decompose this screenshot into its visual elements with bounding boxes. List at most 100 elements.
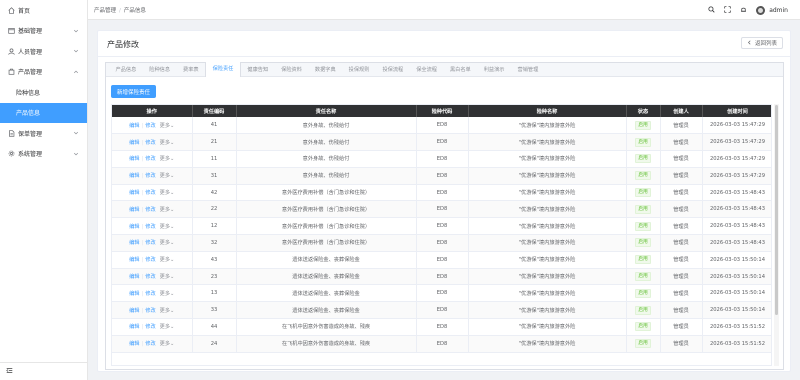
link-separator: |	[141, 190, 144, 197]
tab-data-dictionary[interactable]: 数据字典	[308, 63, 342, 77]
tab-rate-table[interactable]: 费率表	[177, 63, 206, 77]
search-icon[interactable]	[708, 5, 715, 15]
top-right-tools: admin	[708, 0, 788, 20]
more-dropdown[interactable]: 更多⌄	[160, 190, 175, 196]
modify-link[interactable]: 修改	[145, 173, 155, 179]
modify-link[interactable]: 修改	[145, 190, 155, 196]
sidebar-item-label: 首页	[18, 7, 31, 15]
modify-link[interactable]: 修改	[145, 156, 155, 162]
more-dropdown[interactable]: 更多⌄	[160, 308, 175, 314]
tab-health-notice[interactable]: 健康告知	[241, 63, 275, 77]
creator-cell: 管理员	[660, 284, 703, 303]
sidebar-item-insurance-type[interactable]: 险种信息	[0, 82, 87, 103]
back-to-list-button[interactable]: 返回列表	[740, 37, 783, 49]
table-scrollbar[interactable]	[774, 104, 779, 366]
edit-link[interactable]: 编辑	[129, 341, 139, 347]
sidebar-item-basic[interactable]: 基础管理	[0, 21, 87, 42]
more-dropdown[interactable]: 更多⌄	[160, 274, 175, 280]
sidebar-item-home[interactable]: 首页	[0, 0, 87, 21]
edit-link[interactable]: 编辑	[129, 140, 139, 146]
more-dropdown[interactable]: 更多⌄	[160, 207, 175, 213]
insurance-code-cell: ED8	[416, 284, 469, 303]
tab-product-info[interactable]: 产品信息	[109, 63, 143, 77]
more-dropdown[interactable]: 更多⌄	[160, 140, 175, 146]
status-badge: 启用	[635, 137, 651, 147]
more-dropdown[interactable]: 更多⌄	[160, 341, 175, 347]
more-dropdown[interactable]: 更多⌄	[160, 324, 175, 330]
modify-link[interactable]: 修改	[145, 140, 155, 146]
tab-preservation-process[interactable]: 保全流程	[410, 63, 444, 77]
avatar[interactable]	[756, 5, 766, 15]
modify-link[interactable]: 修改	[145, 257, 155, 263]
modify-link[interactable]: 修改	[145, 240, 155, 246]
tabs-container: 产品信息 险种信息 费率表 保险责任 健康告知 保险资料 数据字典 投保规则 投…	[105, 62, 784, 370]
modify-link[interactable]: 修改	[145, 207, 155, 213]
creator-cell: 管理员	[660, 318, 703, 336]
more-dropdown[interactable]: 更多⌄	[160, 224, 175, 230]
edit-link[interactable]: 编辑	[129, 190, 139, 196]
more-dropdown[interactable]: 更多⌄	[160, 240, 175, 246]
modify-link[interactable]: 修改	[145, 324, 155, 330]
modify-link[interactable]: 修改	[145, 224, 155, 230]
username[interactable]: admin	[769, 7, 788, 14]
edit-link[interactable]: 编辑	[129, 291, 139, 297]
creator-cell: 管理员	[660, 217, 703, 236]
modify-link[interactable]: 修改	[145, 341, 155, 347]
collapse-sidebar-button[interactable]	[0, 362, 88, 380]
sidebar-item-system[interactable]: 系统管理	[0, 144, 87, 165]
edit-link[interactable]: 编辑	[129, 274, 139, 280]
insurance-name-cell: "优游保"境内旅游意外险	[468, 150, 627, 168]
actions-cell: 编辑 | 修改 更多⌄	[112, 335, 193, 353]
edit-link[interactable]: 编辑	[129, 156, 139, 162]
table-row: 编辑 | 修改 更多⌄ 23 遗体送返保险金、丧葬保险金 ED8 "优游保"境内旅游意外险 启用…	[112, 268, 771, 286]
add-liability-button[interactable]: 新增保险责任	[111, 85, 157, 98]
box-icon	[7, 27, 15, 35]
modify-link[interactable]: 修改	[145, 274, 155, 280]
actions-cell: 编辑 | 修改 更多⌄	[112, 150, 193, 168]
creator-cell: 管理员	[660, 335, 703, 353]
sidebar-item-product[interactable]: 产品管理	[0, 62, 87, 83]
tab-benefit-demo[interactable]: 利益演示	[477, 63, 511, 77]
insurance-name-cell: "优游保"境内旅游意外险	[468, 200, 627, 219]
tab-marketing[interactable]: 营销管理	[511, 63, 545, 77]
back-button-label: 返回列表	[754, 41, 777, 47]
edit-link[interactable]: 编辑	[129, 224, 139, 230]
status-badge: 启用	[635, 322, 651, 332]
liability-code-cell: 22	[192, 200, 237, 219]
tab-insurance-type[interactable]: 险种信息	[143, 63, 177, 77]
breadcrumb-item[interactable]: 产品管理	[94, 8, 116, 14]
insurance-code-cell: ED8	[416, 217, 469, 236]
more-dropdown[interactable]: 更多⌄	[160, 291, 175, 297]
edit-link[interactable]: 编辑	[129, 257, 139, 263]
edit-link[interactable]: 编辑	[129, 240, 139, 246]
column-header: 创建人	[660, 105, 703, 117]
notification-icon[interactable]	[740, 6, 747, 15]
link-separator: |	[141, 206, 144, 213]
edit-link[interactable]: 编辑	[129, 207, 139, 213]
modify-link[interactable]: 修改	[145, 123, 155, 129]
edit-link[interactable]: 编辑	[129, 123, 139, 129]
fullscreen-icon[interactable]	[724, 5, 731, 15]
modify-link[interactable]: 修改	[145, 308, 155, 314]
modify-link[interactable]: 修改	[145, 291, 155, 297]
edit-link[interactable]: 编辑	[129, 173, 139, 179]
sidebar-item-policy[interactable]: 保单管理	[0, 123, 87, 144]
tab-insure-process[interactable]: 投保流程	[376, 63, 410, 77]
edit-link[interactable]: 编辑	[129, 324, 139, 330]
product-icon	[7, 68, 15, 76]
status-cell: 启用	[626, 335, 661, 353]
more-dropdown[interactable]: 更多⌄	[160, 123, 175, 129]
sidebar-item-staff[interactable]: 人员管理	[0, 41, 87, 62]
sidebar-item-product-info[interactable]: 产品信息	[0, 102, 87, 123]
tab-insurance-docs[interactable]: 保险资料	[275, 63, 309, 77]
edit-link[interactable]: 编辑	[129, 308, 139, 314]
more-dropdown[interactable]: 更多⌄	[160, 257, 175, 263]
tab-insurance-liability[interactable]: 保险责任	[205, 62, 241, 77]
more-dropdown[interactable]: 更多⌄	[160, 173, 175, 179]
more-dropdown[interactable]: 更多⌄	[160, 156, 175, 162]
tab-insure-rules[interactable]: 投保规则	[342, 63, 376, 77]
insurance-name-cell: "优游保"境内旅游意外险	[468, 284, 627, 303]
scrollbar-thumb[interactable]	[775, 105, 778, 315]
tab-black-white-list[interactable]: 黑白名单	[443, 63, 477, 77]
liability-table: 操作 责任编码 责任名称 险种代码 险种名称 状态 创建人 创建时间 编辑 | 修改…	[111, 104, 772, 366]
